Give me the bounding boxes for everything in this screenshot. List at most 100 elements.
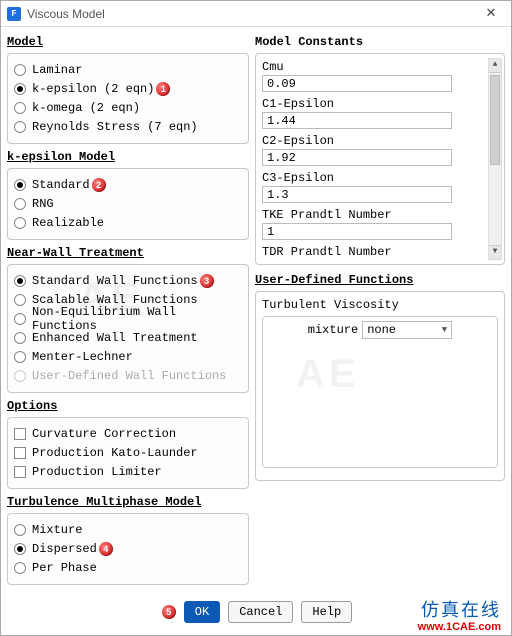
radio-reynolds-stress[interactable]: Reynolds Stress (7 eqn) — [14, 118, 242, 136]
select-value: none — [367, 323, 396, 337]
radio-label: Mixture — [32, 523, 82, 537]
viscous-model-dialog: F Viscous Model ✕ Model Laminar k-epsilo… — [0, 0, 512, 636]
radio-icon — [14, 313, 26, 325]
radio-label: Dispersed — [32, 542, 97, 556]
scroll-up-icon[interactable]: ▲ — [489, 59, 501, 73]
annotation-marker-2: 2 — [92, 178, 106, 192]
multiphase-heading: Turbulence Multiphase Model — [7, 495, 249, 509]
model-group: Laminar k-epsilon (2 eqn) 1 k-omega (2 e… — [7, 53, 249, 144]
radio-k-omega[interactable]: k-omega (2 eqn) — [14, 99, 242, 117]
radio-label: Laminar — [32, 63, 82, 77]
const-c2-input[interactable] — [262, 149, 452, 166]
ok-button[interactable]: OK — [184, 601, 220, 623]
radio-laminar[interactable]: Laminar — [14, 61, 242, 79]
check-curvature[interactable]: Curvature Correction — [14, 425, 242, 443]
const-label: C1-Epsilon — [262, 97, 500, 111]
radio-icon — [14, 524, 26, 536]
udf-group: AE Turbulent Viscosity mixture none ▼ — [255, 291, 505, 481]
radio-rng[interactable]: RNG — [14, 195, 242, 213]
nearwall-group: AE Standard Wall Functions 3 Scalable Wa… — [7, 264, 249, 393]
cancel-button[interactable]: Cancel — [228, 601, 293, 623]
watermark-text: 仿真在线 — [418, 601, 501, 621]
check-label: Curvature Correction — [32, 427, 176, 441]
const-label: C2-Epsilon — [262, 134, 500, 148]
radio-icon — [14, 351, 26, 363]
const-label: C3-Epsilon — [262, 171, 500, 185]
window-title: Viscous Model — [27, 7, 477, 21]
radio-menter-lechner[interactable]: Menter-Lechner — [14, 348, 242, 366]
const-label: TDR Prandtl Number — [262, 245, 500, 259]
scroll-down-icon[interactable]: ▼ — [489, 245, 501, 259]
watermark: 仿真在线 www.1CAE.com — [418, 601, 501, 633]
checkbox-icon — [14, 466, 26, 478]
options-group: Curvature Correction Production Kato-Lau… — [7, 417, 249, 489]
check-label: Production Limiter — [32, 465, 162, 479]
annotation-marker-4: 4 — [99, 542, 113, 556]
const-tke-input[interactable] — [262, 223, 452, 240]
constants-heading: Model Constants — [255, 35, 505, 49]
constants-group: Cmu C1-Epsilon C2-Epsilon C3-Epsilon TKE… — [255, 53, 505, 265]
scroll-thumb[interactable] — [490, 75, 500, 165]
radio-label: Reynolds Stress (7 eqn) — [32, 120, 198, 134]
radio-k-epsilon[interactable]: k-epsilon (2 eqn) 1 — [14, 80, 242, 98]
model-heading: Model — [7, 35, 249, 49]
radio-nonequilibrium-wall[interactable]: Non-Equilibrium Wall Functions — [14, 310, 242, 328]
radio-icon — [14, 64, 26, 76]
check-production-limiter[interactable]: Production Limiter — [14, 463, 242, 481]
radio-label: Standard — [32, 178, 90, 192]
radio-icon — [14, 121, 26, 133]
radio-standard-wall[interactable]: Standard Wall Functions 3 — [14, 272, 242, 290]
radio-label: User-Defined Wall Functions — [32, 369, 226, 383]
chevron-down-icon: ▼ — [442, 325, 447, 335]
scrollbar[interactable]: ▲ ▼ — [488, 58, 502, 260]
radio-icon — [14, 217, 26, 229]
radio-dispersed[interactable]: Dispersed 4 — [14, 540, 242, 558]
radio-mixture[interactable]: Mixture — [14, 521, 242, 539]
const-label: Cmu — [262, 60, 500, 74]
udf-row-label: mixture — [308, 323, 358, 337]
radio-realizable[interactable]: Realizable — [14, 214, 242, 232]
left-column: Model Laminar k-epsilon (2 eqn) 1 k-omeg… — [7, 31, 249, 591]
radio-per-phase[interactable]: Per Phase — [14, 559, 242, 577]
radio-icon — [14, 562, 26, 574]
right-column: Model Constants Cmu C1-Epsilon C2-Epsilo… — [255, 31, 505, 591]
multiphase-group: Mixture Dispersed 4 Per Phase — [7, 513, 249, 585]
radio-enhanced-wall[interactable]: Enhanced Wall Treatment — [14, 329, 242, 347]
check-kato-launder[interactable]: Production Kato-Launder — [14, 444, 242, 462]
radio-icon — [14, 294, 26, 306]
radio-label: Realizable — [32, 216, 104, 230]
const-c1-input[interactable] — [262, 112, 452, 129]
footer: 5 OK Cancel Help 仿真在线 www.1CAE.com — [1, 591, 511, 635]
const-c3-input[interactable] — [262, 186, 452, 203]
app-icon: F — [7, 7, 21, 21]
titlebar: F Viscous Model ✕ — [1, 1, 511, 27]
udf-heading: User-Defined Functions — [255, 273, 505, 287]
close-icon[interactable]: ✕ — [477, 5, 505, 23]
check-label: Production Kato-Launder — [32, 446, 198, 460]
checkbox-icon — [14, 428, 26, 440]
radio-label: Menter-Lechner — [32, 350, 133, 364]
annotation-marker-1: 1 — [156, 82, 170, 96]
help-button[interactable]: Help — [301, 601, 352, 623]
radio-icon — [14, 370, 26, 382]
kepsilon-group: Standard 2 RNG Realizable — [7, 168, 249, 240]
watermark-url: www.1CAE.com — [418, 621, 501, 633]
udf-mixture-select[interactable]: none ▼ — [362, 321, 452, 339]
options-heading: Options — [7, 399, 249, 413]
annotation-marker-3: 3 — [200, 274, 214, 288]
radio-icon — [14, 543, 26, 555]
const-cmu-input[interactable] — [262, 75, 452, 92]
radio-label: k-epsilon (2 eqn) — [32, 82, 154, 96]
radio-icon — [14, 332, 26, 344]
radio-user-wall: User-Defined Wall Functions — [14, 367, 242, 385]
radio-label: k-omega (2 eqn) — [32, 101, 140, 115]
radio-icon — [14, 275, 26, 287]
radio-label: Per Phase — [32, 561, 97, 575]
kepsilon-heading: k-epsilon Model — [7, 150, 249, 164]
const-label: TKE Prandtl Number — [262, 208, 500, 222]
nearwall-heading: Near-Wall Treatment — [7, 246, 249, 260]
radio-icon — [14, 83, 26, 95]
udf-inner: mixture none ▼ — [262, 316, 498, 468]
radio-label: Enhanced Wall Treatment — [32, 331, 198, 345]
radio-standard[interactable]: Standard 2 — [14, 176, 242, 194]
